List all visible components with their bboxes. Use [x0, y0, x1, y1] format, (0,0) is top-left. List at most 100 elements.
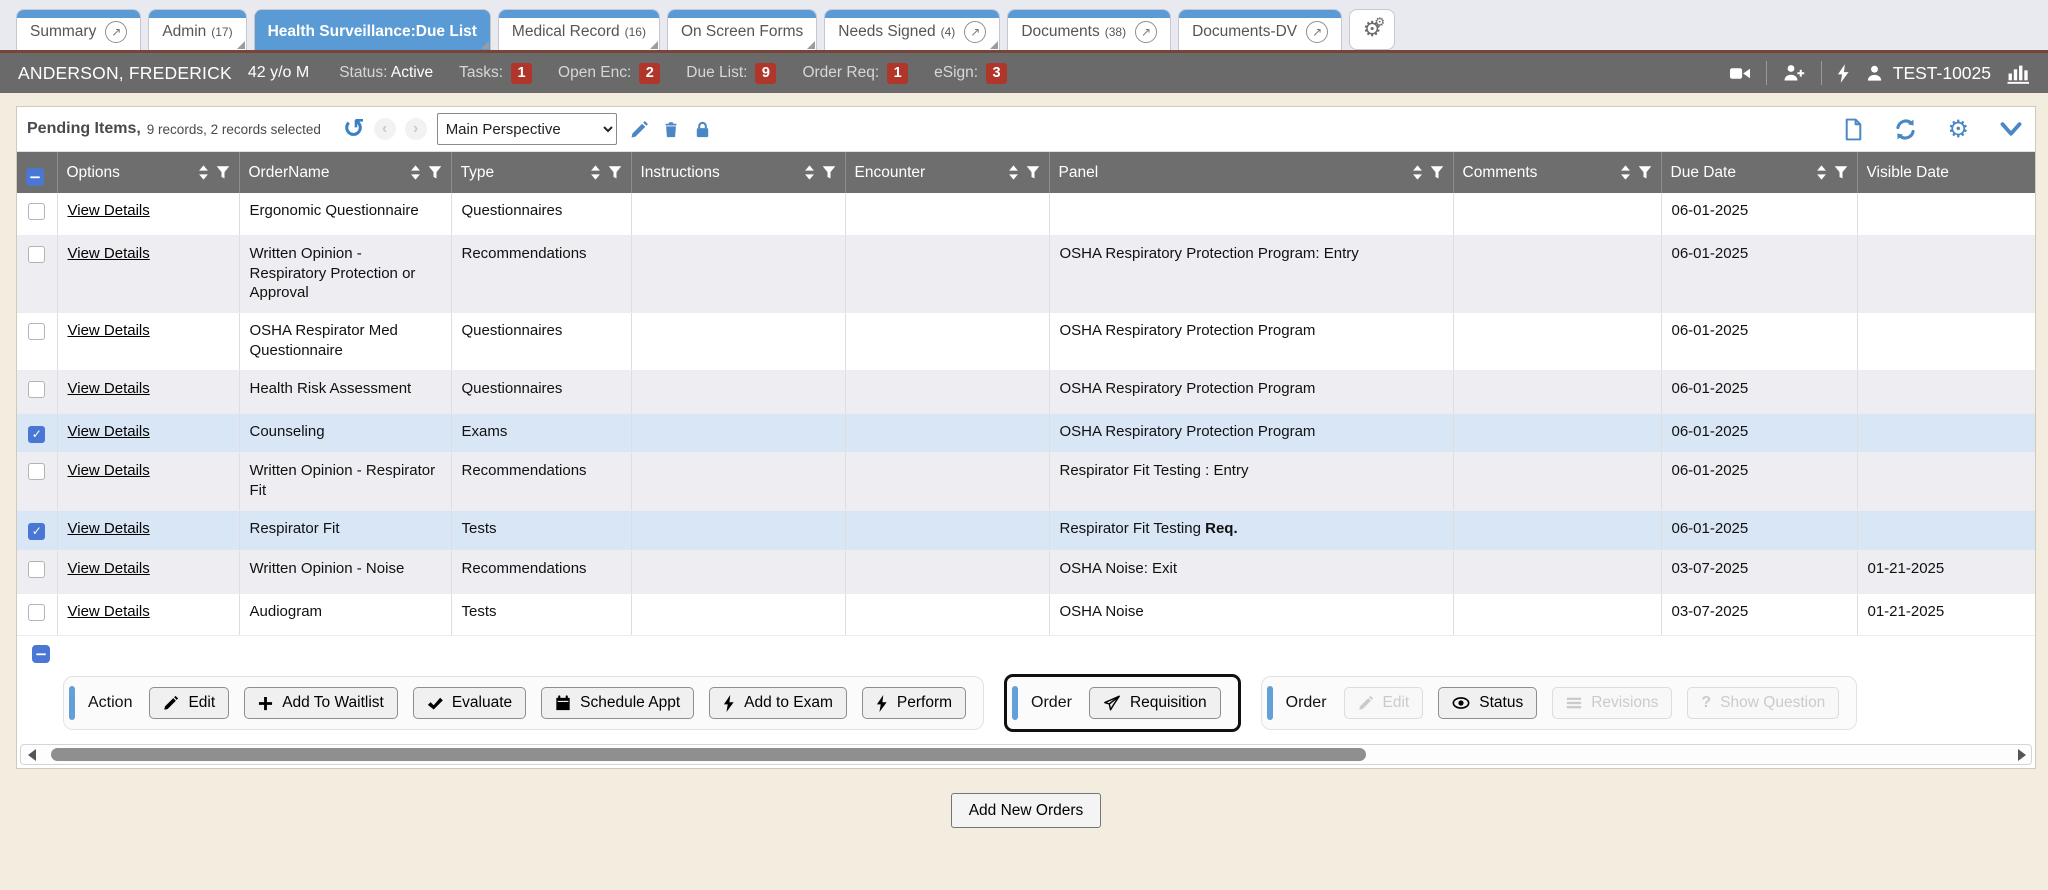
row-checkbox[interactable]: ✓ — [28, 426, 45, 443]
row-checkbox[interactable] — [28, 381, 45, 398]
requisition-button[interactable]: Requisition — [1089, 687, 1221, 719]
filter-funnel-icon[interactable] — [1834, 165, 1848, 180]
view-details-link[interactable]: View Details — [68, 462, 150, 479]
column-header-options[interactable]: Options — [57, 152, 239, 193]
column-header-visible-date[interactable]: Visible Date — [1857, 152, 2035, 193]
add-new-orders-button[interactable]: Add New Orders — [951, 793, 1102, 828]
sort-icon[interactable] — [1008, 164, 1019, 181]
button-label: Evaluate — [452, 694, 512, 712]
refresh-icon[interactable] — [1894, 118, 1917, 141]
next-icon[interactable]: › — [405, 118, 427, 140]
scrollbar-thumb[interactable] — [51, 748, 1366, 761]
view-details-link[interactable]: View Details — [68, 380, 150, 397]
menu-bars-icon — [1566, 695, 1582, 711]
view-details-link[interactable]: View Details — [68, 202, 150, 219]
column-header-select-all[interactable]: − — [17, 152, 57, 193]
view-details-link[interactable]: View Details — [68, 603, 150, 620]
row-checkbox[interactable] — [28, 203, 45, 220]
sort-icon[interactable] — [590, 164, 601, 181]
view-details-link[interactable]: View Details — [68, 245, 150, 262]
bar-chart-icon[interactable] — [2006, 63, 2030, 84]
scroll-right-arrow-icon[interactable] — [2018, 749, 2026, 761]
tab-settings-button[interactable]: ⚙ ⚙ — [1349, 9, 1395, 50]
view-details-link[interactable]: View Details — [68, 322, 150, 339]
tab-medical-record[interactable]: Medical Record(16) — [498, 9, 660, 50]
sort-icon[interactable] — [198, 164, 209, 181]
filter-funnel-icon[interactable] — [1026, 165, 1040, 180]
sort-icon[interactable] — [1412, 164, 1423, 181]
cell-instructions — [631, 593, 845, 636]
popout-icon[interactable]: ↗ — [1135, 21, 1157, 43]
stat-badge[interactable]: 1 — [887, 63, 908, 84]
row-checkbox[interactable] — [28, 561, 45, 578]
tab-documents[interactable]: Documents(38)↗ — [1007, 9, 1171, 50]
popout-icon[interactable]: ↗ — [105, 21, 127, 43]
tab-needs-signed[interactable]: Needs Signed(4)↗ — [824, 9, 1000, 50]
pencil-icon[interactable] — [630, 120, 649, 139]
column-header-instructions[interactable]: Instructions — [631, 152, 845, 193]
row-checkbox[interactable]: ✓ — [28, 523, 45, 540]
user-id: TEST-10025 — [1893, 63, 1991, 84]
sort-icon[interactable] — [410, 164, 421, 181]
select-all-checkbox[interactable]: − — [26, 168, 44, 186]
row-checkbox[interactable] — [28, 246, 45, 263]
scroll-left-arrow-icon[interactable] — [28, 749, 36, 761]
undo-icon[interactable]: ↺ — [343, 116, 365, 142]
filter-funnel-icon[interactable] — [1638, 165, 1652, 180]
column-header-ordername[interactable]: OrderName — [239, 152, 451, 193]
stat-badge[interactable]: 1 — [511, 63, 532, 84]
status-button[interactable]: Status — [1438, 687, 1537, 719]
horizontal-scrollbar[interactable] — [20, 744, 2032, 765]
filter-funnel-icon[interactable] — [1430, 165, 1444, 180]
trash-icon[interactable] — [662, 120, 680, 139]
column-header-due-date[interactable]: Due Date — [1661, 152, 1857, 193]
tab-health-surveillance-due-list[interactable]: Health Surveillance:Due List — [254, 9, 491, 50]
add-person-icon[interactable] — [1782, 63, 1806, 83]
previous-icon[interactable]: ‹ — [374, 118, 396, 140]
add-to-exam-button[interactable]: Add to Exam — [709, 687, 847, 719]
bolt-icon[interactable] — [1837, 64, 1850, 83]
view-details-link[interactable]: View Details — [68, 520, 150, 537]
cell-encounter — [845, 235, 1049, 312]
collapse-icon[interactable] — [1999, 121, 2023, 138]
banner-stat-due-list: Due List:9 — [686, 63, 776, 84]
column-header-panel[interactable]: Panel — [1049, 152, 1453, 193]
stat-badge[interactable]: 2 — [639, 63, 660, 84]
banner-right: TEST-10025 — [1729, 61, 2030, 85]
tab-summary[interactable]: Summary↗ — [16, 9, 141, 50]
filter-funnel-icon[interactable] — [428, 165, 442, 180]
new-document-icon[interactable] — [1843, 118, 1864, 141]
sort-icon[interactable] — [804, 164, 815, 181]
column-header-type[interactable]: Type — [451, 152, 631, 193]
add-to-waitlist-button[interactable]: Add To Waitlist — [244, 687, 398, 719]
video-camera-icon[interactable] — [1729, 64, 1751, 83]
perform-button[interactable]: Perform — [862, 687, 966, 719]
row-checkbox[interactable] — [28, 604, 45, 621]
filter-funnel-icon[interactable] — [822, 165, 836, 180]
gear-icon[interactable]: ⚙ — [1947, 117, 1969, 141]
sort-icon[interactable] — [1816, 164, 1827, 181]
view-details-link[interactable]: View Details — [68, 560, 150, 577]
stat-badge[interactable]: 9 — [755, 63, 776, 84]
row-checkbox[interactable] — [28, 323, 45, 340]
filter-funnel-icon[interactable] — [216, 165, 230, 180]
filter-funnel-icon[interactable] — [608, 165, 622, 180]
stat-badge[interactable]: 3 — [986, 63, 1007, 84]
sort-icon[interactable] — [1620, 164, 1631, 181]
edit-button[interactable]: Edit — [149, 687, 229, 719]
row-checkbox[interactable] — [28, 463, 45, 480]
tab-on-screen-forms[interactable]: On Screen Forms — [667, 9, 817, 50]
tab-admin[interactable]: Admin(17) — [148, 9, 246, 50]
view-details-link[interactable]: View Details — [68, 423, 150, 440]
lock-icon[interactable] — [693, 120, 712, 139]
user-menu[interactable]: TEST-10025 — [1865, 63, 1991, 84]
tab-documents-dv[interactable]: Documents-DV↗ — [1178, 9, 1342, 50]
select-all-footer-checkbox[interactable]: − — [32, 645, 50, 663]
column-header-comments[interactable]: Comments — [1453, 152, 1661, 193]
evaluate-button[interactable]: Evaluate — [413, 687, 526, 719]
popout-icon[interactable]: ↗ — [964, 21, 986, 43]
popout-icon[interactable]: ↗ — [1306, 21, 1328, 43]
perspective-select[interactable]: Main Perspective — [437, 113, 617, 145]
column-header-encounter[interactable]: Encounter — [845, 152, 1049, 193]
schedule-appt-button[interactable]: Schedule Appt — [541, 687, 694, 719]
